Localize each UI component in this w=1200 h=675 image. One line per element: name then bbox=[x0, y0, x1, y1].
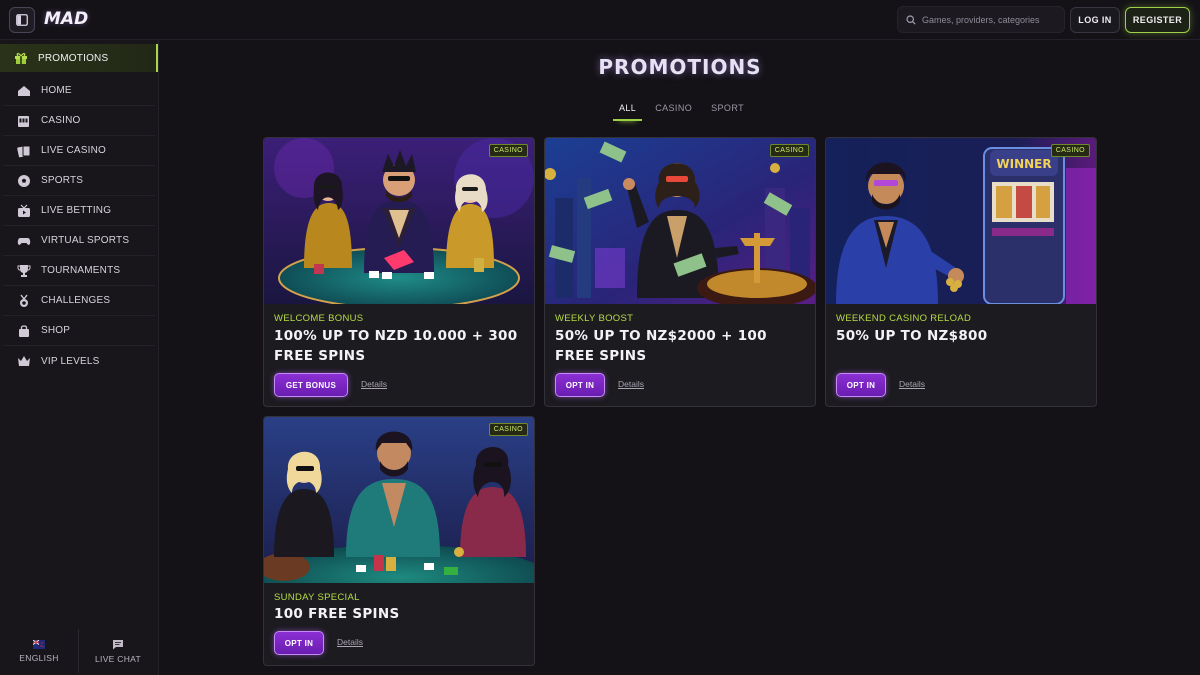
promotion-headline: 100% UP TO NZD 10.000 + 300 FREE SPINS bbox=[274, 328, 518, 364]
category-badge: CASINO bbox=[769, 144, 809, 157]
promotion-category: SUNDAY SPECIAL bbox=[274, 592, 360, 603]
promotion-card[interactable]: WINNER CASINO WEEKEND CASINO RELOAD 50% … bbox=[825, 137, 1097, 407]
trophy-icon bbox=[16, 263, 32, 279]
search-box[interactable] bbox=[897, 6, 1065, 33]
sidebar-item-virtual-sports[interactable]: VIRTUAL SPORTS bbox=[3, 226, 155, 256]
promotion-category: WELCOME BONUS bbox=[274, 313, 364, 324]
register-button[interactable]: REGISTER bbox=[1125, 7, 1190, 33]
sidebar-toggle-icon bbox=[16, 14, 28, 26]
sidebar-item-label: PROMOTIONS bbox=[38, 52, 109, 64]
details-link[interactable]: Details bbox=[337, 637, 363, 647]
sidebar-item-tournaments[interactable]: TOURNAMENTS bbox=[3, 256, 155, 286]
medal-icon bbox=[16, 293, 32, 309]
category-badge: CASINO bbox=[488, 423, 528, 436]
promotion-card[interactable]: CASINO WEEKLY BOOST 50% UP TO NZ$2000 + … bbox=[544, 137, 816, 407]
category-badge: CASINO bbox=[488, 144, 528, 157]
promotion-category: WEEKLY BOOST bbox=[555, 313, 634, 324]
soccer-ball-icon bbox=[16, 173, 32, 189]
sidebar-item-home[interactable]: HOME bbox=[3, 76, 155, 106]
chat-icon bbox=[113, 639, 123, 649]
svg-text:WINNER: WINNER bbox=[996, 157, 1051, 171]
top-bar: MAD LOG IN REGISTER bbox=[0, 0, 1200, 40]
gift-icon bbox=[13, 50, 29, 66]
promotion-filter-tabs: ALL CASINO SPORT bbox=[613, 101, 757, 121]
promotion-headline: 50% UP TO NZ$2000 + 100 FREE SPINS bbox=[555, 328, 767, 364]
search-icon bbox=[906, 14, 916, 25]
promotion-image: WINNER bbox=[826, 138, 1096, 304]
bag-icon bbox=[16, 323, 32, 339]
sidebar-footer: ENGLISH LIVE CHAT bbox=[0, 627, 159, 675]
details-link[interactable]: Details bbox=[618, 379, 644, 389]
filter-tab-sport[interactable]: SPORT bbox=[705, 101, 750, 121]
page-title: PROMOTIONS bbox=[598, 55, 762, 79]
home-icon bbox=[16, 83, 32, 99]
sidebar-item-live-betting[interactable]: LIVE BETTING bbox=[3, 196, 155, 226]
gamepad-icon bbox=[16, 233, 32, 249]
search-input[interactable] bbox=[922, 14, 1062, 25]
sidebar-item-label: SPORTS bbox=[41, 175, 84, 186]
filter-tab-casino[interactable]: CASINO bbox=[649, 101, 698, 121]
sidebar-item-vip-levels[interactable]: VIP LEVELS bbox=[3, 346, 155, 376]
sidebar-item-label: CHALLENGES bbox=[41, 295, 111, 306]
cards-icon bbox=[16, 143, 32, 159]
sidebar-item-label: LIVE BETTING bbox=[41, 205, 112, 216]
promotion-card[interactable]: CASINO SUNDAY SPECIAL 100 FREE SPINS OPT… bbox=[263, 416, 535, 666]
language-label: ENGLISH bbox=[19, 652, 59, 663]
get-bonus-button[interactable]: GET BONUS bbox=[274, 373, 348, 397]
category-badge: CASINO bbox=[1050, 144, 1090, 157]
sidebar-item-label: HOME bbox=[41, 85, 72, 96]
nz-flag-icon bbox=[33, 639, 45, 649]
opt-in-button[interactable]: OPT IN bbox=[836, 373, 886, 397]
live-chat-label: LIVE CHAT bbox=[95, 653, 141, 664]
sidebar-item-label: VIRTUAL SPORTS bbox=[41, 235, 130, 246]
filter-tab-all[interactable]: ALL bbox=[613, 101, 643, 121]
login-button[interactable]: LOG IN bbox=[1070, 7, 1120, 33]
tv-icon bbox=[16, 203, 32, 219]
sidebar-item-shop[interactable]: SHOP bbox=[3, 316, 155, 346]
opt-in-button[interactable]: OPT IN bbox=[274, 631, 324, 655]
promotion-image bbox=[545, 138, 815, 304]
promotion-headline: 100 FREE SPINS bbox=[274, 606, 400, 622]
opt-in-button[interactable]: OPT IN bbox=[555, 373, 605, 397]
sidebar-item-challenges[interactable]: CHALLENGES bbox=[3, 286, 155, 316]
language-selector[interactable]: ENGLISH bbox=[0, 627, 78, 675]
sidebar-item-live-casino[interactable]: LIVE CASINO bbox=[3, 136, 155, 166]
sidebar: PROMOTIONS HOME CASINO LIVE CASINO SPORT… bbox=[0, 40, 159, 675]
promotion-image bbox=[264, 417, 534, 583]
sidebar-item-casino[interactable]: CASINO bbox=[3, 106, 155, 136]
details-link[interactable]: Details bbox=[899, 379, 925, 389]
promotion-category: WEEKEND CASINO RELOAD bbox=[836, 313, 972, 324]
slot-machine-icon bbox=[16, 113, 32, 129]
sidebar-item-sports[interactable]: SPORTS bbox=[3, 166, 155, 196]
promotion-image bbox=[264, 138, 534, 304]
sidebar-toggle-button[interactable] bbox=[9, 7, 35, 33]
sidebar-item-label: CASINO bbox=[41, 115, 81, 126]
details-link[interactable]: Details bbox=[361, 379, 387, 389]
sidebar-item-promotions[interactable]: PROMOTIONS bbox=[0, 44, 158, 72]
promotion-headline: 50% UP TO NZ$800 bbox=[836, 328, 988, 344]
sidebar-item-label: SHOP bbox=[41, 325, 71, 336]
crown-icon bbox=[16, 353, 32, 369]
sidebar-item-label: TOURNAMENTS bbox=[41, 265, 121, 276]
live-chat-button[interactable]: LIVE CHAT bbox=[79, 627, 157, 675]
promotion-card[interactable]: CASINO WELCOME BONUS 100% UP TO NZD 10.0… bbox=[263, 137, 535, 407]
site-logo[interactable]: MAD bbox=[44, 9, 88, 29]
sidebar-item-label: VIP LEVELS bbox=[41, 355, 100, 367]
sidebar-item-label: LIVE CASINO bbox=[41, 145, 106, 156]
